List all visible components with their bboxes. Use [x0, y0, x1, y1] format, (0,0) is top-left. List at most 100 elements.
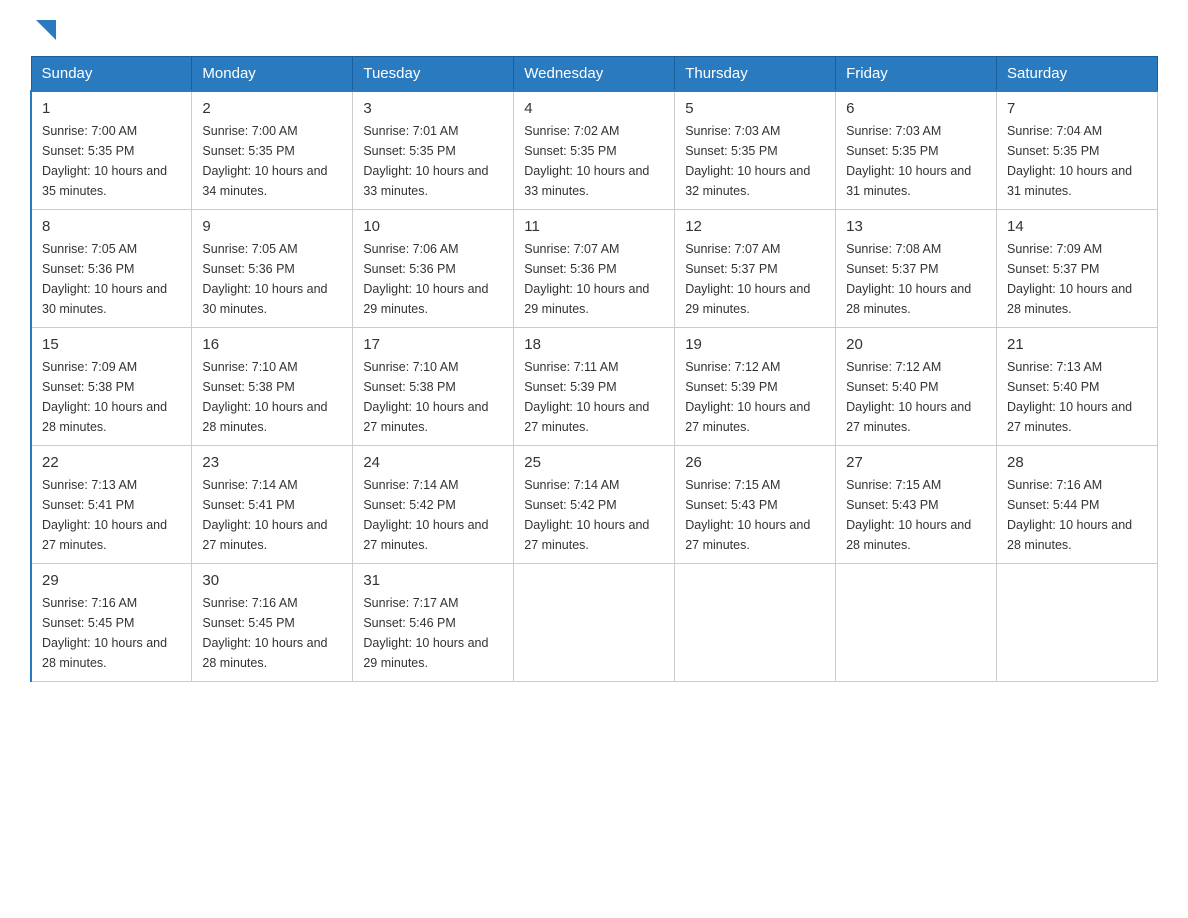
calendar-cell: 28 Sunrise: 7:16 AM Sunset: 5:44 PM Dayl…: [997, 446, 1158, 564]
calendar-cell: 22 Sunrise: 7:13 AM Sunset: 5:41 PM Dayl…: [31, 446, 192, 564]
calendar-cell: 14 Sunrise: 7:09 AM Sunset: 5:37 PM Dayl…: [997, 210, 1158, 328]
day-info: Sunrise: 7:05 AM Sunset: 5:36 PM Dayligh…: [202, 239, 342, 319]
column-header-thursday: Thursday: [675, 57, 836, 92]
logo-triangle-icon: [36, 20, 56, 40]
calendar-cell: 27 Sunrise: 7:15 AM Sunset: 5:43 PM Dayl…: [836, 446, 997, 564]
day-info: Sunrise: 7:09 AM Sunset: 5:37 PM Dayligh…: [1007, 239, 1147, 319]
day-info: Sunrise: 7:11 AM Sunset: 5:39 PM Dayligh…: [524, 357, 664, 437]
day-number: 30: [202, 572, 342, 589]
day-number: 9: [202, 218, 342, 235]
day-number: 18: [524, 336, 664, 353]
calendar-cell: 6 Sunrise: 7:03 AM Sunset: 5:35 PM Dayli…: [836, 91, 997, 210]
day-number: 27: [846, 454, 986, 471]
calendar-cell: 18 Sunrise: 7:11 AM Sunset: 5:39 PM Dayl…: [514, 328, 675, 446]
day-info: Sunrise: 7:15 AM Sunset: 5:43 PM Dayligh…: [846, 475, 986, 555]
day-number: 28: [1007, 454, 1147, 471]
day-info: Sunrise: 7:05 AM Sunset: 5:36 PM Dayligh…: [42, 239, 181, 319]
day-info: Sunrise: 7:14 AM Sunset: 5:41 PM Dayligh…: [202, 475, 342, 555]
day-info: Sunrise: 7:13 AM Sunset: 5:40 PM Dayligh…: [1007, 357, 1147, 437]
day-info: Sunrise: 7:00 AM Sunset: 5:35 PM Dayligh…: [202, 121, 342, 201]
calendar-cell: 15 Sunrise: 7:09 AM Sunset: 5:38 PM Dayl…: [31, 328, 192, 446]
day-number: 3: [363, 100, 503, 117]
calendar-cell: 12 Sunrise: 7:07 AM Sunset: 5:37 PM Dayl…: [675, 210, 836, 328]
calendar-cell: 1 Sunrise: 7:00 AM Sunset: 5:35 PM Dayli…: [31, 91, 192, 210]
column-header-sunday: Sunday: [31, 57, 192, 92]
calendar-cell: 2 Sunrise: 7:00 AM Sunset: 5:35 PM Dayli…: [192, 91, 353, 210]
column-header-tuesday: Tuesday: [353, 57, 514, 92]
calendar-cell: 9 Sunrise: 7:05 AM Sunset: 5:36 PM Dayli…: [192, 210, 353, 328]
calendar-cell: 5 Sunrise: 7:03 AM Sunset: 5:35 PM Dayli…: [675, 91, 836, 210]
day-info: Sunrise: 7:10 AM Sunset: 5:38 PM Dayligh…: [202, 357, 342, 437]
day-info: Sunrise: 7:03 AM Sunset: 5:35 PM Dayligh…: [685, 121, 825, 201]
day-info: Sunrise: 7:16 AM Sunset: 5:45 PM Dayligh…: [202, 593, 342, 673]
calendar-cell: 30 Sunrise: 7:16 AM Sunset: 5:45 PM Dayl…: [192, 564, 353, 682]
day-number: 22: [42, 454, 181, 471]
logo: [30, 20, 64, 40]
calendar-cell: 7 Sunrise: 7:04 AM Sunset: 5:35 PM Dayli…: [997, 91, 1158, 210]
day-number: 17: [363, 336, 503, 353]
calendar-table: SundayMondayTuesdayWednesdayThursdayFrid…: [30, 56, 1158, 682]
calendar-cell: [514, 564, 675, 682]
day-number: 14: [1007, 218, 1147, 235]
day-number: 13: [846, 218, 986, 235]
day-number: 5: [685, 100, 825, 117]
calendar-cell: 29 Sunrise: 7:16 AM Sunset: 5:45 PM Dayl…: [31, 564, 192, 682]
calendar-cell: 26 Sunrise: 7:15 AM Sunset: 5:43 PM Dayl…: [675, 446, 836, 564]
day-number: 8: [42, 218, 181, 235]
day-info: Sunrise: 7:14 AM Sunset: 5:42 PM Dayligh…: [363, 475, 503, 555]
calendar-cell: 4 Sunrise: 7:02 AM Sunset: 5:35 PM Dayli…: [514, 91, 675, 210]
calendar-cell: [997, 564, 1158, 682]
day-number: 15: [42, 336, 181, 353]
day-info: Sunrise: 7:14 AM Sunset: 5:42 PM Dayligh…: [524, 475, 664, 555]
column-header-friday: Friday: [836, 57, 997, 92]
day-number: 24: [363, 454, 503, 471]
calendar-cell: 31 Sunrise: 7:17 AM Sunset: 5:46 PM Dayl…: [353, 564, 514, 682]
calendar-cell: 25 Sunrise: 7:14 AM Sunset: 5:42 PM Dayl…: [514, 446, 675, 564]
calendar-week-row: 29 Sunrise: 7:16 AM Sunset: 5:45 PM Dayl…: [31, 564, 1158, 682]
day-info: Sunrise: 7:02 AM Sunset: 5:35 PM Dayligh…: [524, 121, 664, 201]
day-number: 7: [1007, 100, 1147, 117]
calendar-cell: [675, 564, 836, 682]
calendar-week-row: 15 Sunrise: 7:09 AM Sunset: 5:38 PM Dayl…: [31, 328, 1158, 446]
day-info: Sunrise: 7:10 AM Sunset: 5:38 PM Dayligh…: [363, 357, 503, 437]
calendar-cell: 21 Sunrise: 7:13 AM Sunset: 5:40 PM Dayl…: [997, 328, 1158, 446]
day-info: Sunrise: 7:08 AM Sunset: 5:37 PM Dayligh…: [846, 239, 986, 319]
calendar-cell: 16 Sunrise: 7:10 AM Sunset: 5:38 PM Dayl…: [192, 328, 353, 446]
calendar-body: 1 Sunrise: 7:00 AM Sunset: 5:35 PM Dayli…: [31, 91, 1158, 682]
calendar-cell: 24 Sunrise: 7:14 AM Sunset: 5:42 PM Dayl…: [353, 446, 514, 564]
calendar-week-row: 22 Sunrise: 7:13 AM Sunset: 5:41 PM Dayl…: [31, 446, 1158, 564]
day-number: 26: [685, 454, 825, 471]
day-number: 31: [363, 572, 503, 589]
calendar-cell: 11 Sunrise: 7:07 AM Sunset: 5:36 PM Dayl…: [514, 210, 675, 328]
day-info: Sunrise: 7:09 AM Sunset: 5:38 PM Dayligh…: [42, 357, 181, 437]
day-number: 25: [524, 454, 664, 471]
day-info: Sunrise: 7:12 AM Sunset: 5:40 PM Dayligh…: [846, 357, 986, 437]
day-number: 23: [202, 454, 342, 471]
day-number: 29: [42, 572, 181, 589]
day-info: Sunrise: 7:07 AM Sunset: 5:37 PM Dayligh…: [685, 239, 825, 319]
calendar-cell: 8 Sunrise: 7:05 AM Sunset: 5:36 PM Dayli…: [31, 210, 192, 328]
column-header-saturday: Saturday: [997, 57, 1158, 92]
calendar-cell: 19 Sunrise: 7:12 AM Sunset: 5:39 PM Dayl…: [675, 328, 836, 446]
calendar-header-row: SundayMondayTuesdayWednesdayThursdayFrid…: [31, 57, 1158, 92]
calendar-cell: 3 Sunrise: 7:01 AM Sunset: 5:35 PM Dayli…: [353, 91, 514, 210]
calendar-cell: 20 Sunrise: 7:12 AM Sunset: 5:40 PM Dayl…: [836, 328, 997, 446]
calendar-cell: 13 Sunrise: 7:08 AM Sunset: 5:37 PM Dayl…: [836, 210, 997, 328]
day-info: Sunrise: 7:17 AM Sunset: 5:46 PM Dayligh…: [363, 593, 503, 673]
calendar-cell: 17 Sunrise: 7:10 AM Sunset: 5:38 PM Dayl…: [353, 328, 514, 446]
calendar-cell: 23 Sunrise: 7:14 AM Sunset: 5:41 PM Dayl…: [192, 446, 353, 564]
day-number: 12: [685, 218, 825, 235]
day-number: 11: [524, 218, 664, 235]
day-info: Sunrise: 7:01 AM Sunset: 5:35 PM Dayligh…: [363, 121, 503, 201]
day-info: Sunrise: 7:07 AM Sunset: 5:36 PM Dayligh…: [524, 239, 664, 319]
page-header: [30, 20, 1158, 40]
day-number: 21: [1007, 336, 1147, 353]
column-header-wednesday: Wednesday: [514, 57, 675, 92]
day-number: 2: [202, 100, 342, 117]
calendar-cell: [836, 564, 997, 682]
day-number: 16: [202, 336, 342, 353]
day-number: 20: [846, 336, 986, 353]
day-number: 4: [524, 100, 664, 117]
day-info: Sunrise: 7:15 AM Sunset: 5:43 PM Dayligh…: [685, 475, 825, 555]
day-info: Sunrise: 7:13 AM Sunset: 5:41 PM Dayligh…: [42, 475, 181, 555]
